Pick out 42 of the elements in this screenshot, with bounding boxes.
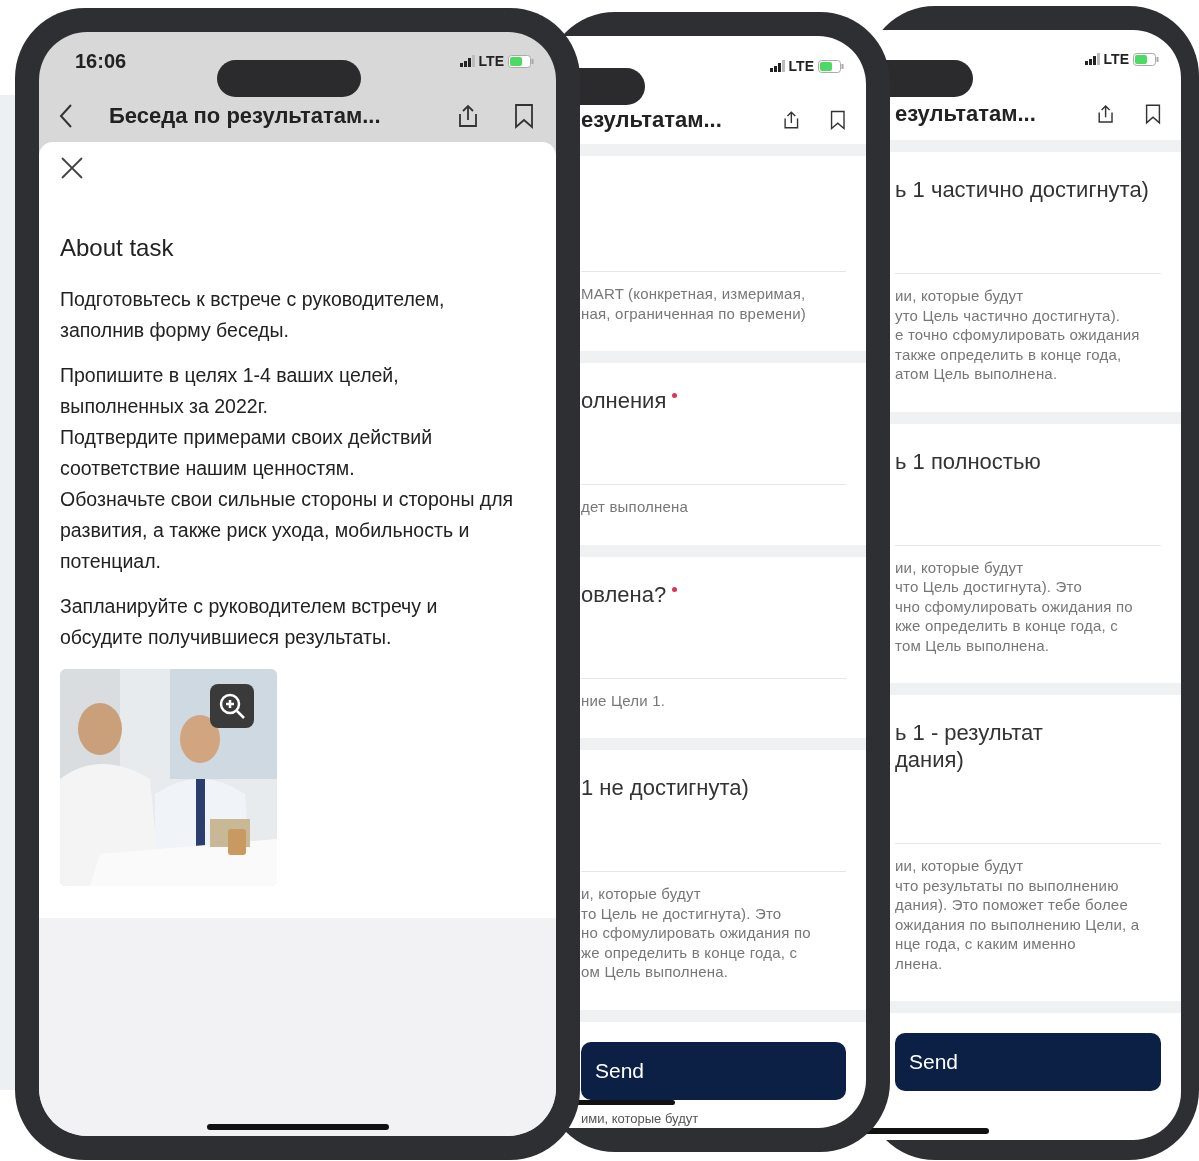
close-icon[interactable] (60, 156, 84, 180)
network-label: LTE (1103, 51, 1129, 67)
field-label: 1 не достигнута) (581, 774, 749, 801)
paragraph: Запланируйте с руководителем встречу и обсудите получившиеся результаты. (60, 594, 439, 650)
help-text: ии, которые будут уто Цель частично достигнута). е точно сфомулировать ожидания также определить в конце года, атом Цель выполнена. (895, 286, 1141, 384)
field-label: овлена? (581, 580, 667, 608)
page-title: Беседа по результатам... (109, 103, 381, 129)
help-text: и, которые будут то Цель не достигнута). Это но сфомулировать ожидания по же определить в конце года, с ом Цель выполнена. (581, 884, 812, 982)
field-label: олнения (581, 387, 667, 414)
sheet-heading: About task (60, 234, 175, 262)
help-text: ими, которые будут (581, 1111, 700, 1126)
field-label: ь 1 полностью (895, 447, 1041, 475)
network-label: LTE (788, 58, 814, 75)
help-text: ии, которые будут что результаты по выполнению дания). Это поможет тебе более ожидания по выполнению Цели, а нце года, с каким именно лнена. (895, 856, 1141, 973)
page-title: езультатам... (581, 107, 722, 134)
help-text: ии, которые будут что Цель достигнута). Это чно сфомулировать ожидания по кже определить в конце года, с том Цель выполнена. (895, 557, 1134, 655)
battery-icon (1133, 52, 1159, 66)
share-icon[interactable] (1095, 102, 1115, 126)
send-button[interactable]: Send (581, 1041, 846, 1100)
page-title: езультатам... (895, 101, 1036, 127)
paragraph: Подтвердите примерами своих действий соответствие нашим ценностям. (60, 425, 434, 481)
battery-icon (508, 54, 534, 68)
help-text: MART (конкретная, измеримая, ная, ограниченная по времени) (581, 284, 807, 323)
share-icon[interactable] (456, 104, 480, 128)
paragraph: Обозначьте свои сильные стороны и стороны для развития, а также риск ухода, мобильность и потенциал. (60, 487, 515, 574)
field-label: ь 1 - результат дания) (895, 719, 1043, 773)
back-icon[interactable] (59, 103, 73, 129)
bookmark-icon[interactable] (1145, 101, 1161, 127)
battery-icon (818, 59, 844, 73)
signal-icon (769, 60, 785, 73)
signal-icon (1084, 53, 1100, 65)
bookmark-icon[interactable] (514, 103, 534, 129)
help-text: дет выполнена (581, 497, 690, 517)
network-label: LTE (478, 53, 504, 69)
zoom-icon[interactable] (210, 684, 254, 728)
help-text: ние Цели 1. (581, 690, 667, 710)
paragraph: Подготовьтесь к встрече с руководителем, заполнив форму беседы. (60, 287, 446, 343)
paragraph: Пропишите в целях 1-4 ваших целей, выполненных за 2022г. (60, 363, 400, 419)
status-time: 16:06 (75, 49, 127, 73)
signal-icon (459, 55, 475, 67)
field-label: ь 1 частично достигнута) (895, 176, 1149, 203)
send-button[interactable]: Send (895, 1033, 1161, 1091)
